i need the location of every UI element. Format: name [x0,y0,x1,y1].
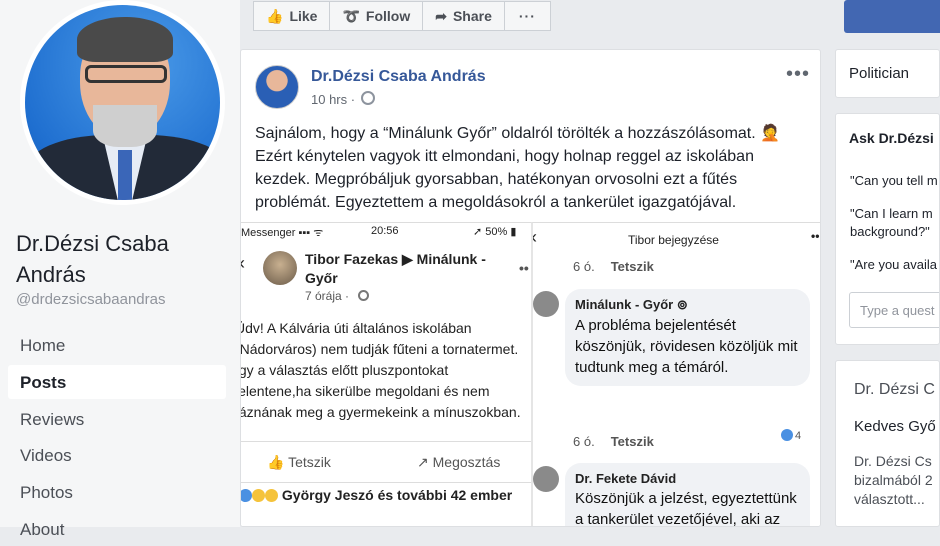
profile-picture[interactable] [20,0,225,205]
megosztas-label: ↗ Megosztás [417,454,501,470]
comment-author: Dr. Fekete Dávid [575,471,677,486]
nav-posts[interactable]: Posts [8,365,226,399]
comment-meta: 6 ó. Tetszik [573,259,654,274]
wow-reaction-icon [265,489,278,502]
ask-card: Ask Dr.Dézsi "Can you tell m "Can I lear… [835,113,940,345]
post-text: Sajnálom, hogy a “Minálunk Győr” oldalró… [255,125,781,211]
embedded-screenshot-left[interactable]: Messenger ▪▪▪ ᯤ 20:56 ➚ 50% ▮ ‹ Tibor Fa… [241,222,531,526]
nav-home[interactable]: Home [8,328,226,362]
status-time: 20:56 [371,225,399,237]
comment-like-count: 4 [781,429,801,442]
comment-author: Minálunk - Győr ⊚ [575,297,688,312]
back-chevron-icon: ‹ [531,227,537,247]
share-arrow-icon: ➦ [435,7,447,24]
original-post-body: Üdv! A Kálvária úti általános iskolában … [241,320,521,420]
suggested-question-cont[interactable]: background?" [850,224,930,239]
post-author-link[interactable]: Dr.Dézsi Csaba András [311,68,486,86]
page-title[interactable]: Dr.Dézsi Csaba András [16,228,231,290]
post-card: Dr.Dézsi Csaba András 10 hrs · ••• Sajná… [240,49,821,527]
page-username[interactable]: @drdezsicsabaandras [16,291,165,308]
author-avatar[interactable] [255,65,299,109]
comment-time: 6 ó. [573,259,595,274]
globe-icon [358,290,369,301]
category-card: Politician [835,49,940,98]
pinned-post-text: választott... [854,491,925,507]
original-post-action-bar: 👍 Tetszik ↗ Megosztás [241,441,531,483]
follow-label: Follow [365,8,411,24]
more-dots-icon: •• [519,260,529,276]
thread-title: Tibor bejegyzése [628,233,719,247]
tetszik-label: 👍 Tetszik [267,454,331,470]
more-options-button[interactable]: ··· [504,1,551,31]
reaction-summary: György Jeszó és további 42 ember [241,487,512,503]
back-chevron-icon: ‹ [241,253,245,274]
page-category[interactable]: Politician [849,65,909,82]
comment-bubble: Dr. Fekete Dávid Köszönjük a jelzést, eg… [565,463,810,527]
post-options-button[interactable]: ••• [786,63,810,86]
suggested-question[interactable]: "Are you availa [850,257,937,272]
comment-time: 6 ó. [573,434,595,449]
rss-icon: ➰ [342,7,360,24]
comment-like-link: Tetszik [610,259,654,274]
reaction-text: György Jeszó és további 42 ember [281,487,513,503]
original-post-time: 7 órája · [305,289,350,303]
page-action-bar: 👍 Like ➰ Follow ➦ Share ··· [253,1,551,33]
commenter-avatar [533,291,559,317]
follow-button[interactable]: ➰ Follow [330,1,424,31]
pinned-post-text: bizalmából 2 [854,472,933,488]
page-sidebar: Dr.Dézsi Csaba András @drdezsicsabaandra… [0,0,240,539]
more-dots-icon: •• [811,229,820,243]
original-post-header: Tibor Fazekas ▶ Minálunk - Győr [305,251,486,286]
ask-question-input[interactable]: Type a quest [849,292,939,328]
sad-reaction-icon [252,489,265,502]
globe-icon [361,91,375,105]
nav-videos[interactable]: Videos [8,438,226,472]
pinned-post-text: Dr. Dézsi Cs [854,453,932,469]
comment-text: Köszönjük a jelzést, egyeztettünk a tank… [575,490,797,527]
like-label: Like [289,8,318,24]
comment-like-link: Tetszik [610,434,654,449]
ask-title: Ask Dr.Dézsi [849,130,934,146]
share-button[interactable]: ➦ Share [423,1,505,31]
thumbs-up-icon: 👍 [266,7,284,24]
post-timestamp[interactable]: 10 hrs · [311,92,355,107]
like-page-button[interactable]: 👍 Like [253,1,331,31]
like-count-value: 4 [795,430,802,442]
share-label: Share [452,8,492,24]
embedded-screenshot-right[interactable]: ‹ Tibor bejegyzése •• 6 ó. Tetszik Minálu… [531,222,820,527]
nav-reviews[interactable]: Reviews [8,402,226,436]
comment-meta: 6 ó. Tetszik [573,434,654,449]
comment-text: A probléma bejelentését köszönjük, rövid… [575,317,798,376]
pinned-post-text: Kedves Győ [854,418,936,435]
pinned-post-card: Dr. Dézsi C Kedves Győ Dr. Dézsi Cs biza… [835,360,940,527]
commenter-avatar [263,251,297,285]
comment-bubble: Minálunk - Győr ⊚ A probléma bejelentésé… [565,289,810,386]
status-carrier: Messenger ▪▪▪ ᯤ [241,227,324,239]
pinned-post-author[interactable]: Dr. Dézsi C [854,381,935,399]
nav-about[interactable]: About [8,512,226,546]
status-battery: ➚ 50% ▮ [473,226,517,238]
like-reaction-icon [241,489,252,502]
like-icon [781,429,793,441]
nav-photos[interactable]: Photos [8,475,226,509]
suggested-question[interactable]: "Can you tell m [850,173,938,188]
primary-action-button[interactable] [844,0,940,33]
commenter-avatar [533,466,559,492]
suggested-question[interactable]: "Can I learn m [850,206,933,221]
